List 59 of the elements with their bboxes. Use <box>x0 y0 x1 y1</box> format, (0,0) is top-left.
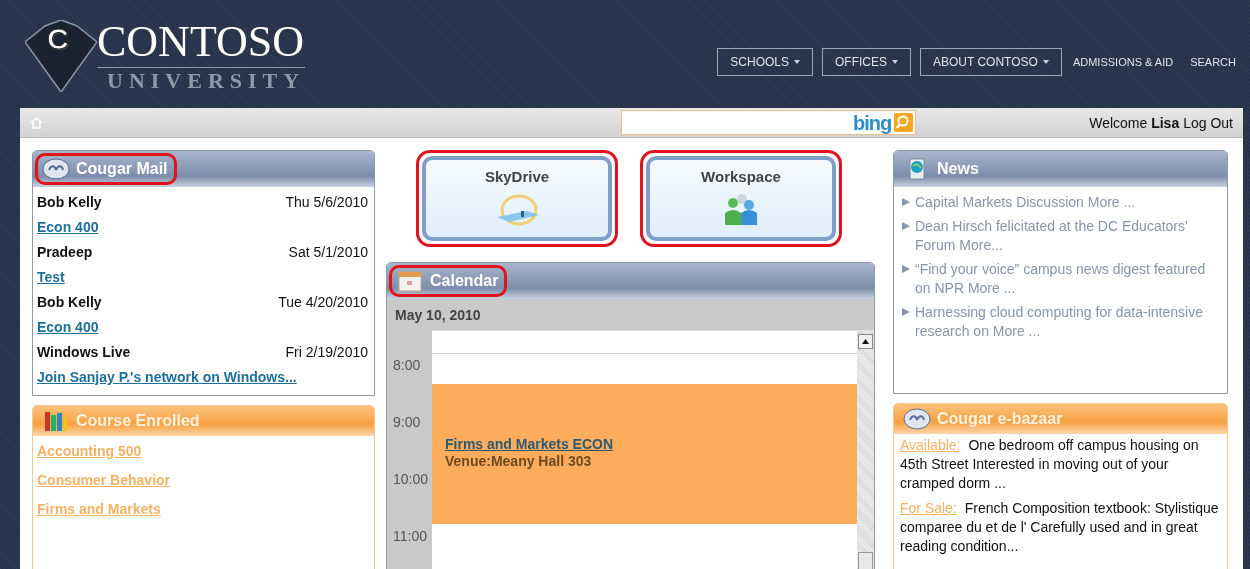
nav-link[interactable]: SEARCH <box>1190 56 1236 68</box>
books-icon <box>42 410 70 432</box>
hour-label: 8:00 <box>392 356 422 375</box>
bullet-icon <box>902 222 910 230</box>
calendar-event[interactable]: Firms and Markets ECON Venue:Meany Hall 303 <box>432 384 857 524</box>
scrollbar[interactable] <box>857 330 874 569</box>
calendar-icon <box>396 270 424 292</box>
panel-title: Calendar <box>430 272 499 290</box>
hour-label: 10:00 <box>392 470 430 489</box>
bing-logo: bing <box>852 112 892 133</box>
mail-date: Thu 5/6/2010 <box>285 193 368 212</box>
calendar-date: May 10, 2010 <box>387 299 874 330</box>
hour-label: 11:00 <box>392 527 428 546</box>
mail-subject-link[interactable]: Econ 400 <box>37 215 368 240</box>
panel-title: Cougar e-bazaar <box>937 410 1063 428</box>
logo-name: CONTOSO <box>97 20 305 64</box>
hour-label: 9:00 <box>392 413 422 432</box>
logout-link[interactable]: Log Out <box>1183 114 1233 131</box>
caret-icon <box>1042 60 1049 64</box>
mail-date: Fri 2/19/2010 <box>285 343 368 362</box>
caret-icon <box>794 60 800 64</box>
mail-subject-link[interactable]: Econ 400 <box>37 315 368 340</box>
app-tile[interactable]: SkyDrive <box>422 156 612 241</box>
bullet-icon <box>902 198 910 206</box>
shield-drawing <box>25 20 97 92</box>
news-item[interactable]: Capital Markets Discussion More ... <box>915 193 1136 212</box>
panel-title: News <box>937 160 979 178</box>
listing-text: For Sale: French Composition textbook: Stylistique comparee du et de l' Carefully used and in great reading condition... <box>900 499 1220 556</box>
mail-sender: Windows Live <box>37 343 131 362</box>
bullet-icon <box>902 265 910 273</box>
mail-subject-link[interactable]: Test <box>37 265 368 290</box>
mail-sender: Bob Kelly <box>37 293 102 312</box>
nav-menu-button[interactable]: ABOUT CONTOSO <box>920 48 1062 76</box>
mail-date: Tue 4/20/2010 <box>278 293 368 312</box>
mail-subject-link[interactable]: Join Sanjay P.'s network on Windows... <box>37 365 368 390</box>
event-link[interactable]: Firms and Markets ECON <box>445 436 857 452</box>
nav-link[interactable]: ADMISSIONS & AID <box>1072 56 1174 68</box>
news-item[interactable]: Harnessing cloud computing for data-intensive research on More ... <box>915 303 1219 341</box>
mail-sender: Bob Kelly <box>37 193 102 212</box>
welcome-text: Welcome Lisa <box>1089 114 1180 131</box>
nav-menu-button[interactable]: OFFICES <box>822 48 911 76</box>
scroll-up-icon <box>858 334 873 349</box>
listing-text: Available: One bedroom off campus housing on 45th Street Interested in moving out of your cramped dorm ... <box>900 436 1200 493</box>
search-icon <box>894 113 914 132</box>
caret-icon <box>892 60 898 64</box>
event-venue: Venue:Meany Hall 303 <box>445 453 592 469</box>
app-tile[interactable]: Workspace <box>646 156 836 241</box>
mail-sender: Pradeep <box>37 243 93 262</box>
nav-menu-button[interactable]: SCHOOLS <box>717 48 813 76</box>
search-field[interactable]: bing <box>621 110 917 135</box>
logo-subtitle: UNIVERSITY <box>97 67 306 94</box>
news-item[interactable]: “Find your voice” campus news digest featured on NPR More ... <box>915 260 1219 298</box>
panel-title: Course Enrolled <box>76 412 200 430</box>
bullet-icon <box>902 308 910 316</box>
news-item[interactable]: Dean Hirsch felicitated at the DC Educators' Forum More... <box>915 217 1219 255</box>
home-icon <box>30 116 43 129</box>
mail-date: Sat 5/1/2010 <box>288 243 368 262</box>
panel-title: Cougar Mail <box>76 160 168 178</box>
logo-letter: C <box>47 22 69 56</box>
